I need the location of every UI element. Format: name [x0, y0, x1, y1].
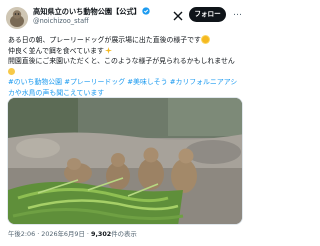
hashtags-line-1[interactable]: #のいち動物公園 #プレーリードッグ #美味しそう #カリフォルニアアシ — [8, 77, 244, 88]
smile-emoji-icon — [8, 67, 15, 75]
more-options-icon[interactable]: … — [231, 7, 243, 22]
views-count: 9,302 — [91, 230, 112, 238]
sun-emoji-icon — [201, 36, 209, 43]
tweet-line-4 — [8, 67, 244, 78]
meta-separator: · — [37, 230, 40, 238]
tweet-line-2-text: 仲良く並んで餌を食べています — [8, 46, 104, 55]
x-logo-icon[interactable] — [173, 11, 183, 21]
tweet-line-1: ある日の朝、プレーリードッグが展示場に出た直後の様子です — [8, 35, 244, 46]
follow-button[interactable]: フォロー — [189, 7, 226, 22]
sparkle-emoji-icon — [104, 46, 112, 54]
tweet-time[interactable]: 午後2:06 — [8, 230, 35, 238]
author-display-name-text[interactable]: 高知県立のいち動物公園【公式】 — [33, 7, 141, 16]
tweet-date[interactable]: 2026年6月9日 — [41, 230, 85, 238]
verified-badge-icon — [142, 7, 150, 15]
tweet-line-2: 仲良く並んで餌を食べています — [8, 46, 244, 57]
views-label: 件の表示 — [111, 230, 137, 238]
tweet-header: 高知県立のいち動物公園【公式】 @noichizoo_staff フォロー … — [6, 5, 244, 31]
tweet-line-3: 開園直後にご来園いただくと、このような様子が見られるかもしれません — [8, 57, 235, 65]
avatar-image — [6, 7, 28, 29]
video-thumbnail[interactable] — [7, 97, 243, 225]
author-name-block[interactable]: 高知県立のいち動物公園【公式】 @noichizoo_staff — [33, 7, 150, 26]
meta-separator-2: · — [86, 230, 89, 238]
avatar[interactable] — [6, 7, 28, 29]
author-display-name[interactable]: 高知県立のいち動物公園【公式】 — [33, 7, 150, 17]
author-handle[interactable]: @noichizoo_staff — [33, 17, 150, 26]
tweet-line-1-text: ある日の朝、プレーリードッグが展示場に出た直後の様子です — [8, 36, 201, 44]
prairie-dog-photo — [8, 98, 242, 224]
tweet-meta: 午後2:06 · 2026年6月9日 · 9,302件の表示 — [8, 229, 244, 239]
tweet-text: ある日の朝、プレーリードッグが展示場に出た直後の様子です 仲良く並んで餌を食べて… — [8, 35, 244, 98]
